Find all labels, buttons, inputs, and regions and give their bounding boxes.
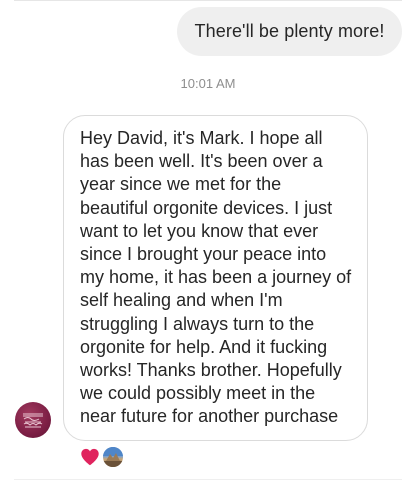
sender-avatar[interactable]: [15, 402, 51, 438]
message-reactions[interactable]: [79, 445, 124, 469]
sent-message-bubble[interactable]: There'll be plenty more!: [177, 7, 402, 56]
reactor-avatar-icon: [102, 446, 124, 468]
received-message-bubble[interactable]: Hey David, it's Mark. I hope all has bee…: [63, 115, 368, 441]
sent-message-text: There'll be plenty more!: [194, 21, 385, 41]
top-divider: [14, 0, 402, 1]
message-timestamp: 10:01 AM: [180, 76, 236, 91]
received-message-text: Hey David, it's Mark. I hope all has bee…: [80, 128, 352, 427]
logo-avatar-icon: [23, 413, 43, 428]
heart-icon: [81, 448, 99, 466]
